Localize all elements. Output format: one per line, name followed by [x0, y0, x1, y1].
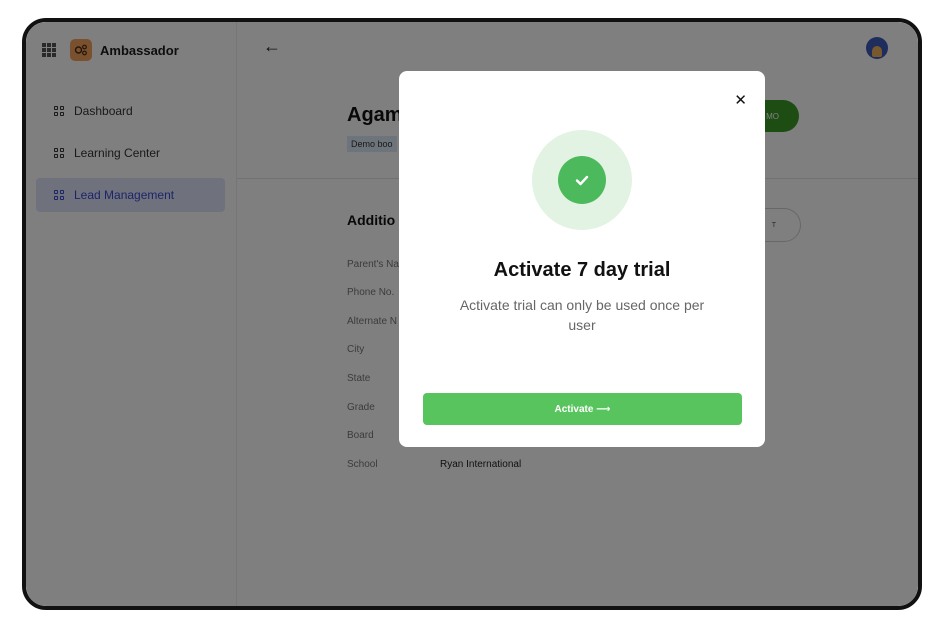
app-window: Ambassador Dashboard Learning Center Lea…: [22, 18, 922, 610]
close-icon[interactable]: ✕: [734, 91, 747, 109]
check-circle-icon: [558, 156, 606, 204]
modal-description: Activate trial can only be used once per…: [459, 297, 705, 333]
activate-trial-modal: ✕ Activate 7 day trial Activate trial ca…: [399, 71, 765, 447]
success-badge: [532, 130, 632, 230]
activate-button[interactable]: Activate ⟶: [423, 393, 742, 425]
modal-title: Activate 7 day trial: [493, 259, 671, 281]
